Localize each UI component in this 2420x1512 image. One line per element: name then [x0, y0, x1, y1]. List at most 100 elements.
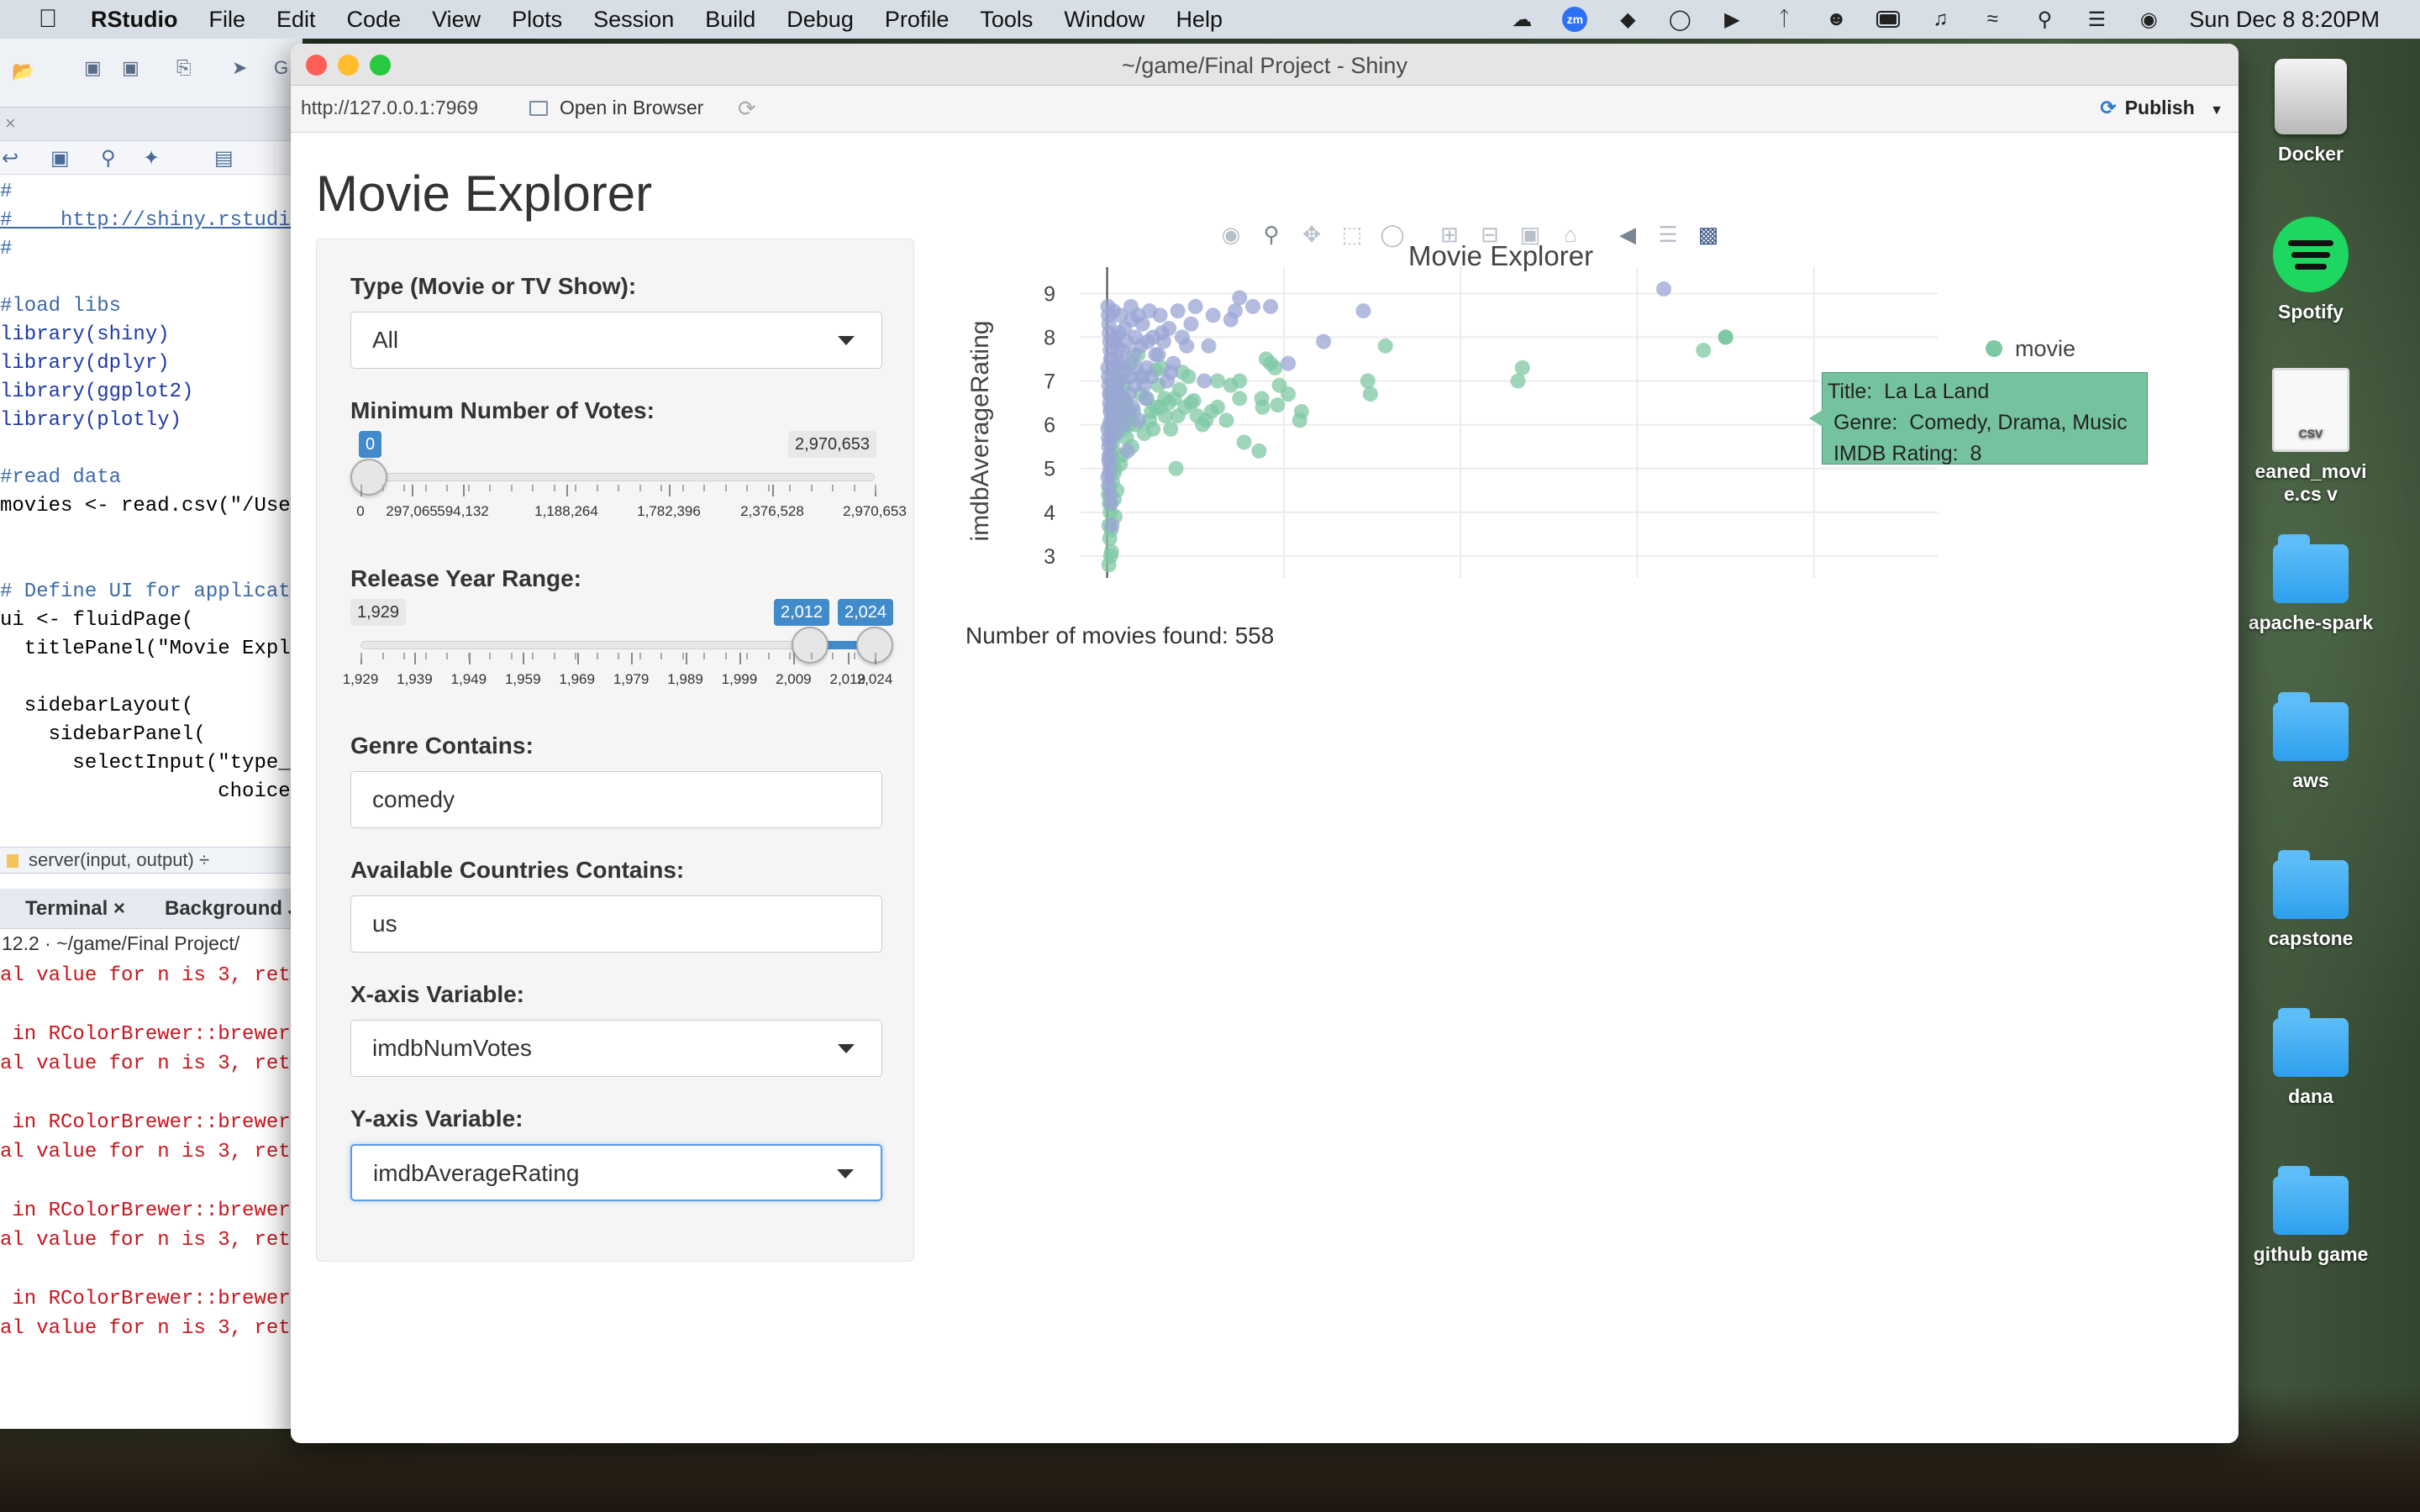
code-line[interactable]: # Define UI for application — [0, 578, 302, 606]
desktop-icon-capstone[interactable]: capstone — [2248, 850, 2374, 950]
menu-view[interactable]: View — [432, 7, 481, 33]
data-point-movie[interactable] — [1177, 399, 1193, 415]
code-line[interactable]: titlePanel("Movie Explorer" — [0, 635, 302, 664]
data-point-movie[interactable] — [1232, 391, 1248, 407]
x-axis-select[interactable]: imdbNumVotes — [350, 1020, 882, 1077]
data-point-tv[interactable] — [1223, 312, 1239, 328]
data-point-tv[interactable] — [1104, 517, 1120, 533]
data-point-movie[interactable] — [1209, 399, 1225, 415]
code-line[interactable] — [0, 264, 302, 292]
save-all-icon[interactable]: ▣ — [122, 57, 139, 79]
data-point-movie[interactable] — [1696, 343, 1712, 359]
hover-compare-icon[interactable]: ☰ — [1648, 222, 1688, 248]
lasso-icon[interactable]: ◯ — [1372, 222, 1413, 248]
votes-slider[interactable]: 0 2,970,653 0 297,065 594,132 1,188,264 1,78… — [350, 431, 907, 540]
data-point-tv[interactable] — [1281, 355, 1297, 371]
menu-plots[interactable]: Plots — [512, 7, 562, 33]
year-slider[interactable]: 1,929 2,012 2,024 1,929 1,939 1,949 1,959 1,… — [343, 599, 894, 708]
data-point-tv[interactable] — [1131, 412, 1147, 428]
save-icon[interactable]: ▣ — [50, 146, 70, 171]
menu-build[interactable]: Build — [705, 7, 755, 33]
code-line[interactable] — [0, 549, 302, 578]
user-icon[interactable]: ☻ — [1824, 8, 1848, 31]
data-point-movie[interactable] — [1271, 377, 1287, 393]
data-point-movie[interactable] — [1514, 360, 1530, 375]
window-titlebar[interactable]: ~/game/Final Project - Shiny — [291, 44, 2238, 86]
search-icon[interactable]: ⚲ — [2033, 8, 2056, 31]
data-point-tv[interactable] — [1163, 365, 1179, 381]
control-center-icon[interactable]: ☰ — [2085, 8, 2108, 31]
menu-debug[interactable]: Debug — [786, 7, 854, 33]
data-point-movie[interactable] — [1145, 421, 1161, 437]
data-point-tv[interactable] — [1355, 303, 1371, 319]
code-line[interactable]: library(shiny) — [0, 321, 302, 349]
hovered-point[interactable] — [1718, 329, 1733, 345]
desktop-icon-github-game[interactable]: github game — [2248, 1166, 2374, 1266]
data-point-tv[interactable] — [1205, 307, 1221, 323]
data-point-movie[interactable] — [1181, 369, 1197, 385]
desktop-icon-aws[interactable]: aws — [2248, 692, 2374, 792]
data-point-tv[interactable] — [1102, 456, 1118, 472]
forward-icon[interactable]: ➤ — [232, 57, 247, 79]
hover-closest-icon[interactable]: ◀ — [1607, 222, 1648, 248]
zoom-out-icon[interactable]: ⊟ — [1470, 222, 1510, 248]
tab-terminal[interactable]: Terminal × — [25, 889, 125, 929]
camera-icon[interactable]: ◉ — [1211, 222, 1251, 248]
menu-profile[interactable]: Profile — [885, 7, 950, 33]
autoscale-icon[interactable]: ▣ — [1510, 222, 1550, 248]
menu-edit[interactable]: Edit — [276, 7, 316, 33]
creative-cloud-icon[interactable]: ◯ — [1668, 8, 1691, 31]
data-point-movie[interactable] — [1360, 373, 1376, 389]
apple-menu-icon[interactable]:  — [35, 5, 60, 33]
data-point-movie[interactable] — [1362, 386, 1378, 402]
pan-icon[interactable]: ✥ — [1292, 222, 1332, 248]
data-point-movie[interactable] — [1292, 412, 1307, 428]
code-line[interactable]: # — [0, 178, 302, 207]
data-point-movie[interactable] — [1189, 408, 1205, 424]
desktop-icon-docker[interactable]: Docker — [2248, 59, 2374, 165]
data-point-movie[interactable] — [1209, 373, 1225, 389]
data-point-tv[interactable] — [1183, 316, 1199, 332]
code-line[interactable] — [0, 664, 302, 692]
zoom-in-icon[interactable]: ⊞ — [1429, 222, 1470, 248]
data-point-tv[interactable] — [1316, 333, 1332, 349]
dropbox-icon[interactable]: ◆ — [1616, 8, 1639, 31]
bluetooth-icon[interactable]: ᛏ — [1772, 8, 1796, 31]
y-axis-select[interactable]: imdbAverageRating — [350, 1144, 882, 1201]
reset-axes-icon[interactable]: ⌂ — [1550, 222, 1591, 248]
data-point-movie[interactable] — [1258, 351, 1274, 367]
data-point-movie[interactable] — [1168, 460, 1184, 476]
data-point-movie[interactable] — [1251, 443, 1267, 459]
data-point-tv[interactable] — [1103, 496, 1119, 512]
data-point-tv[interactable] — [1187, 298, 1203, 314]
desktop-icon-csv[interactable]: CSV eaned_movie.cs v — [2248, 368, 2374, 506]
publish-button[interactable]: ⟳ Publish ▼ — [2100, 97, 2223, 119]
code-line[interactable]: sidebarPanel( — [0, 721, 302, 749]
data-point-tv[interactable] — [1125, 399, 1141, 415]
data-point-movie[interactable] — [1270, 397, 1286, 413]
code-line[interactable]: library(dplyr) — [0, 349, 302, 378]
battery-icon[interactable] — [1876, 8, 1901, 31]
type-select[interactable]: All — [350, 312, 882, 369]
data-point-tv[interactable] — [1119, 443, 1135, 459]
tab-background-jobs[interactable]: Background J — [165, 889, 299, 929]
code-line[interactable]: # http://shiny.rstudio.com/ — [0, 207, 302, 235]
play-icon[interactable]: ▶ — [1720, 8, 1744, 31]
code-line[interactable]: # — [0, 235, 302, 264]
code-line[interactable]: ui <- fluidPage( — [0, 606, 302, 635]
wand-icon[interactable]: ✦ — [143, 146, 160, 171]
code-line[interactable]: selectInput("type_ — [0, 749, 302, 778]
code-line[interactable]: library(plotly) — [0, 407, 302, 435]
menu-session[interactable]: Session — [593, 7, 674, 33]
data-point-movie[interactable] — [1163, 421, 1179, 437]
data-point-movie[interactable] — [1223, 377, 1239, 393]
data-point-tv[interactable] — [1174, 329, 1190, 345]
data-point-movie[interactable] — [1255, 399, 1270, 415]
data-point-movie[interactable] — [1236, 434, 1252, 450]
open-file-icon[interactable]: 📂 — [12, 60, 34, 82]
code-editor[interactable]: ## http://shiny.rstudio.com/# #load libs… — [0, 175, 302, 800]
back-icon[interactable]: ↩ — [2, 146, 18, 171]
genre-input[interactable]: comedy — [350, 771, 882, 828]
menu-tools[interactable]: Tools — [980, 7, 1033, 33]
zoom-icon[interactable]: zm — [1562, 7, 1588, 32]
